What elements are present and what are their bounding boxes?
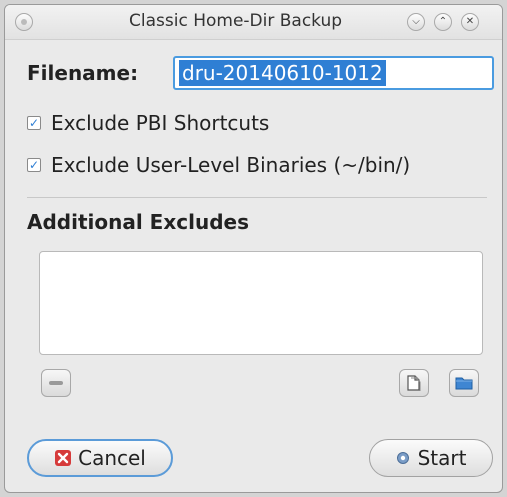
file-icon: [407, 375, 421, 391]
minimize-button[interactable]: ⌵: [407, 13, 425, 31]
cancel-button[interactable]: Cancel: [27, 439, 173, 477]
filename-value: dru-20140610-1012: [179, 60, 386, 86]
add-folder-exclude-button[interactable]: [449, 369, 479, 397]
exclude-pbi-shortcuts-label: Exclude PBI Shortcuts: [51, 111, 270, 135]
exclude-pbi-shortcuts-checkbox[interactable]: ✓: [27, 116, 41, 130]
filename-field[interactable]: dru-20140610-1012: [173, 56, 494, 90]
gear-icon: [396, 452, 409, 464]
start-button[interactable]: Start: [369, 439, 493, 477]
exclude-user-binaries-option[interactable]: ✓ Exclude User-Level Binaries (~/bin/): [27, 153, 410, 177]
additional-excludes-heading: Additional Excludes: [27, 210, 249, 234]
start-label: Start: [417, 446, 467, 470]
remove-exclude-button[interactable]: [41, 369, 71, 397]
maximize-button[interactable]: ⌃: [434, 13, 452, 31]
cancel-label: Cancel: [78, 446, 146, 470]
folder-icon: [455, 377, 473, 390]
backup-dialog: Classic Home-Dir Backup ⌵ ⌃ ✕ Filename: …: [4, 4, 503, 493]
exclude-user-binaries-checkbox[interactable]: ✓: [27, 158, 41, 172]
divider: [27, 197, 487, 198]
additional-excludes-list[interactable]: [39, 251, 483, 355]
window-menu-button[interactable]: [15, 13, 33, 31]
minus-icon: [49, 381, 63, 385]
chevron-up-icon: ⌃: [438, 16, 448, 27]
title-bar[interactable]: Classic Home-Dir Backup ⌵ ⌃ ✕: [5, 5, 502, 40]
exclude-pbi-shortcuts-option[interactable]: ✓ Exclude PBI Shortcuts: [27, 111, 269, 135]
close-icon: ✕: [465, 16, 475, 27]
exclude-user-binaries-label: Exclude User-Level Binaries (~/bin/): [51, 153, 411, 177]
chevron-down-icon: ⌵: [412, 16, 420, 27]
window-title: Classic Home-Dir Backup: [129, 11, 343, 31]
filename-label: Filename:: [27, 61, 139, 85]
add-file-exclude-button[interactable]: [399, 369, 429, 397]
circle-icon: [21, 19, 27, 25]
close-window-button[interactable]: ✕: [461, 13, 479, 31]
cancel-icon: [55, 450, 72, 466]
